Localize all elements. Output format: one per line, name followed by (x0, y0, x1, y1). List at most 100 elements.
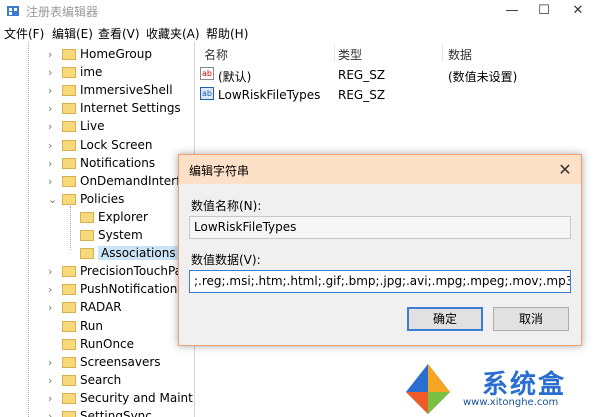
folder-icon (62, 49, 76, 60)
chevron-right-icon[interactable]: › (48, 301, 58, 314)
string-value-icon: ab (200, 87, 214, 100)
tree-item[interactable]: › Search (0, 372, 194, 390)
dialog-title-bar[interactable]: 编辑字符串 ✕ (179, 155, 581, 184)
edit-string-dialog: 编辑字符串 ✕ 数值名称(N): LowRiskFileTypes 数值数据(V… (178, 154, 582, 346)
tree-item[interactable]: › PrecisionTouchPac (0, 263, 194, 281)
tree-item[interactable]: › ImmersiveShell (0, 82, 194, 100)
value-name: (默认) (218, 70, 252, 84)
tree-item-label: RADAR (80, 300, 122, 315)
maximize-button[interactable]: ☐ (528, 0, 560, 22)
value-name: LowRiskFileTypes (218, 88, 321, 102)
list-row-default[interactable]: ab (默认) REG_SZ (数值未设置) (200, 66, 597, 84)
title-bar: 注册表编辑器 — ☐ ✕ (0, 0, 597, 22)
value-data-label: 数值数据(V): (191, 253, 261, 267)
tree-item-label: Screensavers (80, 354, 161, 369)
tree-item[interactable]: ⌄ Policies (0, 191, 194, 209)
tree-item[interactable]: › Notifications (0, 155, 194, 173)
tree-item-label: Internet Settings (80, 101, 181, 116)
tree-item-label: Explorer (98, 209, 148, 224)
folder-icon (80, 248, 94, 260)
ok-button[interactable]: 确定 (407, 307, 483, 331)
chevron-right-icon[interactable]: › (48, 410, 58, 417)
chevron-down-icon[interactable]: ⌄ (48, 193, 58, 206)
menu-favorites[interactable]: 收藏夹(A) (146, 25, 200, 42)
tree-item[interactable]: › SettingSync (0, 408, 194, 417)
chevron-right-icon[interactable]: › (48, 66, 58, 79)
column-data-header[interactable]: 数据 (448, 46, 472, 63)
dialog-close-icon[interactable]: ✕ (549, 155, 581, 184)
tree-item[interactable]: › OnDemandInterfac (0, 173, 194, 191)
folder-icon (62, 193, 76, 205)
chevron-right-icon[interactable]: › (48, 120, 58, 133)
chevron-right-icon[interactable]: › (48, 157, 58, 170)
folder-icon (62, 175, 76, 187)
chevron-right-icon[interactable]: › (48, 102, 58, 115)
close-button[interactable]: ✕ (562, 0, 594, 22)
watermark-url: www.xitonghe.com (463, 397, 559, 408)
value-data-input[interactable]: ;.reg;.msi;.htm;.html;.gif;.bmp;.jpg;.av… (189, 270, 571, 293)
folder-icon (62, 338, 76, 350)
column-divider[interactable] (334, 44, 335, 62)
registry-tree[interactable]: › HomeGroup › ime › ImmersiveShell › Internet S… (0, 42, 195, 417)
tree-item[interactable]: Associations (0, 245, 194, 263)
tree-item[interactable]: › PushNotifications (0, 281, 194, 299)
menu-bar: 文件(F) 编辑(E) 查看(V) 收藏夹(A) 帮助(H) (0, 22, 597, 42)
window-title: 注册表编辑器 (26, 5, 99, 19)
folder-icon (62, 121, 76, 133)
column-type-header[interactable]: 类型 (338, 46, 362, 63)
value-type: REG_SZ (338, 68, 386, 82)
tree-item-label: ImmersiveShell (80, 83, 173, 98)
chevron-right-icon[interactable]: › (48, 139, 58, 152)
tree-item-label: SettingSync (80, 409, 152, 417)
tree-item-label: Notifications (80, 155, 156, 170)
tree-item[interactable]: Explorer (0, 209, 194, 227)
regedit-app-icon (7, 6, 19, 16)
menu-file[interactable]: 文件(F) (4, 25, 44, 42)
chevron-right-icon[interactable]: › (48, 374, 58, 387)
chevron-right-icon[interactable]: › (48, 356, 58, 369)
value-name-field[interactable]: LowRiskFileTypes (189, 216, 571, 239)
folder-icon (62, 139, 76, 151)
menu-help[interactable]: 帮助(H) (206, 25, 248, 42)
list-row-lowrisk[interactable]: ab LowRiskFileTypes REG_SZ (200, 86, 597, 104)
chevron-right-icon[interactable]: › (48, 392, 58, 405)
tree-item[interactable]: RunOnce (0, 336, 194, 354)
tree-item[interactable]: › Lock Screen (0, 137, 194, 155)
chevron-right-icon[interactable]: › (48, 265, 58, 278)
value-data: (数值未设置) (448, 70, 518, 84)
tree-item[interactable]: System (0, 227, 194, 245)
menu-edit[interactable]: 编辑(E) (52, 25, 93, 42)
tree-item[interactable]: › ime (0, 64, 194, 82)
tree-item-label: Associations (98, 246, 179, 261)
chevron-right-icon[interactable]: › (48, 48, 58, 61)
chevron-right-icon[interactable]: › (48, 175, 58, 188)
cancel-button[interactable]: 取消 (493, 307, 569, 331)
menu-view[interactable]: 查看(V) (98, 25, 140, 42)
folder-icon (80, 230, 94, 241)
tree-item-label: Run (80, 318, 104, 333)
tree-item-label: System (98, 228, 143, 242)
tree-item[interactable]: › HomeGroup (0, 46, 194, 64)
column-divider[interactable] (442, 44, 443, 62)
chevron-right-icon[interactable]: › (48, 84, 58, 97)
column-name-header[interactable]: 名称 (204, 46, 228, 63)
tree-item-label: ime (80, 65, 103, 80)
folder-icon (62, 157, 76, 169)
tree-item-label: PrecisionTouchPac (80, 264, 189, 279)
watermark-text: 系统盒 (482, 370, 567, 400)
minimize-button[interactable]: — (496, 0, 528, 22)
folder-icon (62, 374, 76, 386)
tree-item-label: PushNotifications (80, 282, 184, 297)
tree-item[interactable]: › Screensavers (0, 354, 194, 372)
folder-icon (62, 392, 76, 404)
tree-item[interactable]: › Live (0, 118, 194, 136)
list-header: 名称 类型 数据 (196, 44, 597, 62)
tree-item-label: Lock Screen (80, 137, 153, 152)
folder-icon (62, 67, 76, 79)
tree-item[interactable]: › Internet Settings (0, 100, 194, 118)
chevron-right-icon[interactable]: › (48, 283, 58, 296)
tree-item[interactable]: › Security and Maint (0, 390, 194, 408)
tree-item[interactable]: › RADAR (0, 299, 194, 317)
tree-item[interactable]: Run (0, 318, 194, 336)
folder-icon (62, 356, 76, 368)
